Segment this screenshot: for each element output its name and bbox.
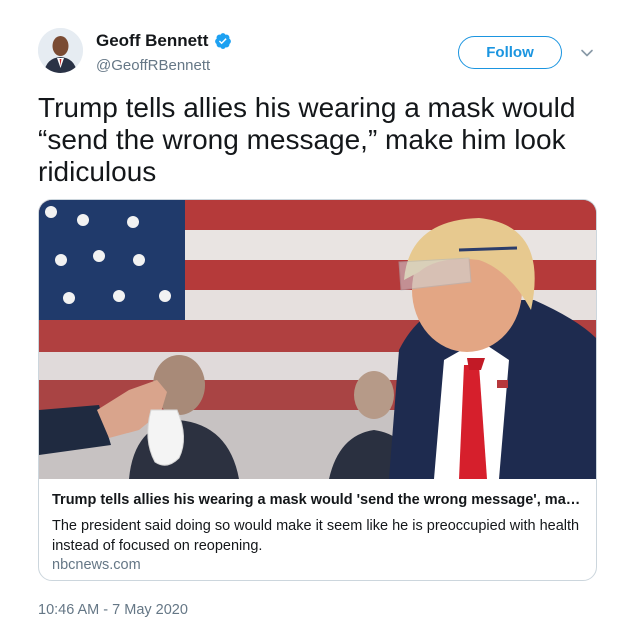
author-handle[interactable]: @GeoffRBennett bbox=[96, 57, 210, 74]
author-name[interactable]: Geoff Bennett bbox=[96, 31, 208, 51]
card-domain[interactable]: nbcnews.com bbox=[52, 557, 141, 573]
card-description: The president said doing so would make i… bbox=[52, 518, 580, 554]
avatar[interactable] bbox=[38, 28, 83, 73]
tweet-timestamp[interactable]: 10:46 AM - 7 May 2020 bbox=[38, 602, 188, 618]
follow-button[interactable]: Follow bbox=[458, 36, 562, 69]
chevron-down-icon[interactable] bbox=[580, 46, 594, 60]
author-name-row[interactable]: Geoff Bennett bbox=[96, 31, 232, 51]
verified-badge-icon bbox=[215, 33, 232, 49]
card-title[interactable]: Trump tells allies his wearing a mask wo… bbox=[52, 492, 584, 508]
tweet-text: Trump tells allies his wearing a mask wo… bbox=[38, 92, 576, 187]
avatar-image bbox=[38, 28, 83, 73]
card-image bbox=[39, 200, 596, 479]
link-card[interactable]: Trump tells allies his wearing a mask wo… bbox=[38, 199, 597, 581]
